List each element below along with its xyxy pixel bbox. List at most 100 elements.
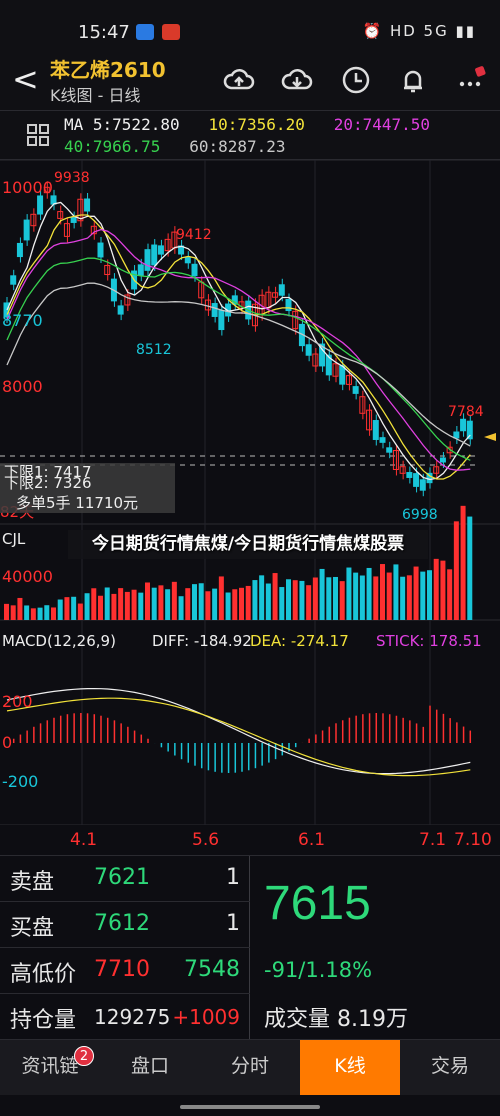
tab-label: 分时	[230, 1055, 269, 1077]
tab-intraday[interactable]: 分时	[200, 1040, 300, 1096]
volume-bar	[192, 584, 197, 620]
app-header: < 苯乙烯2610 K线图 - 日线	[0, 52, 500, 110]
bid-row[interactable]: 买盘 7612 1	[0, 902, 250, 948]
position-order: 多单5手 11710元	[16, 494, 139, 512]
volume-bar	[205, 591, 211, 620]
candle-body	[453, 431, 460, 439]
volume-bar	[420, 571, 426, 620]
volume-bar	[57, 599, 63, 620]
moving-average-line	[6, 257, 471, 461]
ask-qty: 1	[226, 865, 240, 890]
candle-body	[305, 344, 312, 356]
volume-bar	[326, 577, 332, 620]
volume-bar	[312, 577, 318, 620]
volume-tick: 40000	[2, 567, 53, 586]
back-arrow-icon[interactable]: <	[12, 62, 39, 96]
status-indicators: ⏰ HD 5G ▮▮	[362, 22, 476, 40]
candle-body	[406, 472, 413, 478]
date-tick: 6.1	[298, 830, 326, 850]
volume-bar	[366, 567, 372, 620]
price-change: -91/1.18%	[264, 958, 373, 982]
high-label: 9938	[54, 170, 90, 186]
volume-bar	[4, 603, 9, 620]
volume-bar	[380, 564, 385, 620]
chart-period[interactable]: K线图 - 日线	[50, 82, 140, 106]
candle-body	[84, 198, 91, 212]
volume-bar	[145, 582, 150, 620]
candle-body	[285, 298, 292, 312]
volume-bar	[440, 560, 446, 620]
candle-body	[460, 418, 467, 432]
ask-label: 卖盘	[10, 870, 55, 895]
home-pill[interactable]	[180, 1105, 320, 1109]
volume-bar	[158, 585, 164, 620]
candle-body	[157, 245, 164, 255]
cloud-download-icon[interactable]	[281, 64, 313, 96]
candle-body	[278, 284, 285, 296]
more-menu-icon[interactable]	[454, 64, 486, 96]
macd-tick-200: 200	[2, 692, 33, 711]
high-low-row: 高低价 7710 7548	[0, 948, 250, 994]
candle-body	[70, 217, 77, 223]
volume-bar	[286, 579, 291, 620]
volume-bar	[232, 589, 238, 620]
volume-bar	[37, 607, 43, 620]
open-interest-change: +1009	[172, 1005, 240, 1029]
clock-icon[interactable]	[340, 64, 372, 96]
date-axis: 4.1 5.6 6.1 7.1 7.10	[0, 826, 500, 855]
volume-bar	[373, 576, 379, 620]
tab-news-chain[interactable]: 资讯链 2	[0, 1040, 100, 1096]
volume-bar	[44, 605, 50, 620]
macd-diff: DIFF: -184.92	[152, 632, 252, 650]
bell-icon[interactable]	[397, 64, 429, 96]
volume-bar	[467, 516, 473, 620]
volume-bar	[400, 576, 406, 620]
price-tick-8770: 8770	[2, 311, 43, 330]
volume-bar	[413, 566, 419, 620]
volume-bar	[433, 558, 439, 620]
candle-body	[184, 256, 191, 264]
day-high: 7710	[94, 957, 150, 982]
cloud-upload-icon[interactable]	[223, 64, 255, 96]
tab-order-book[interactable]: 盘口	[100, 1040, 200, 1096]
candle-body	[191, 263, 198, 277]
ma40-value: 40:7966.75	[64, 137, 161, 156]
volume-bar	[10, 605, 16, 620]
candle-body	[439, 457, 446, 463]
candle-body	[386, 447, 393, 453]
volume-bar	[225, 592, 231, 620]
bid-qty: 1	[226, 911, 240, 936]
volume-bar	[460, 505, 466, 620]
candle-body	[339, 365, 346, 385]
candle-body	[144, 249, 151, 271]
indicator-grid-icon[interactable]	[26, 123, 50, 147]
price-tick-10000: 10000	[2, 178, 53, 197]
macd-tick-0: 0	[2, 733, 12, 752]
macd-dea: DEA: -274.17	[250, 632, 349, 650]
tab-kline[interactable]: K线	[300, 1040, 400, 1096]
contract-title: 苯乙烯2610	[50, 58, 166, 82]
last-price: 7615	[264, 877, 371, 930]
candle-body	[10, 275, 17, 285]
moving-average-line	[6, 228, 471, 471]
volume-bar	[24, 605, 30, 620]
open-interest-label: 持仓量	[10, 1008, 77, 1033]
volume-bar	[124, 591, 130, 620]
volume-bar	[239, 587, 244, 620]
volume-bar	[218, 576, 224, 620]
candle-body	[97, 242, 104, 258]
volume-bar	[30, 608, 36, 620]
ask-row[interactable]: 卖盘 7621 1	[0, 856, 250, 902]
tab-trade[interactable]: 交易	[400, 1040, 500, 1096]
low-label: 6998	[402, 507, 438, 523]
volume-bar	[138, 592, 144, 620]
candle-body	[352, 386, 359, 394]
right-high-label: 7784	[448, 404, 484, 420]
candle-body	[37, 195, 44, 215]
candle-body	[379, 437, 386, 443]
limit-lower: 下限2: 7326	[4, 474, 92, 492]
candle-body	[117, 305, 124, 315]
date-tick: 5.6	[192, 830, 220, 850]
volume-bar	[104, 587, 110, 620]
home-indicator	[0, 1095, 500, 1116]
